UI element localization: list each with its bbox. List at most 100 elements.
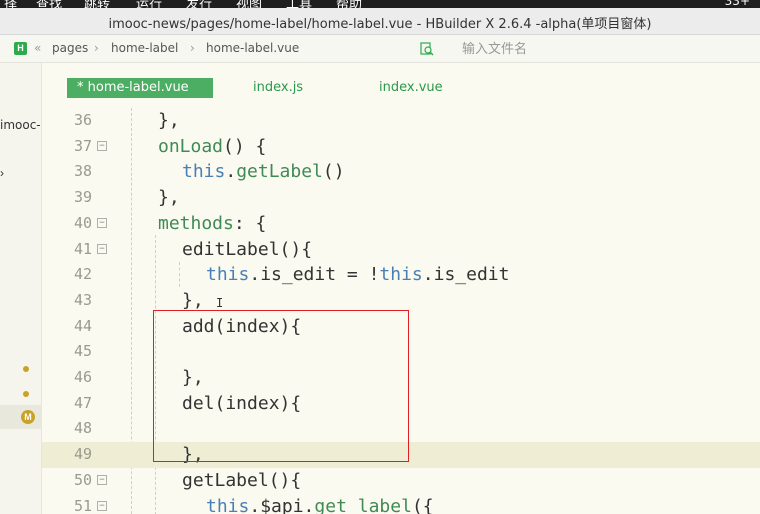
menu-item-help[interactable]: 帮助 xyxy=(336,0,362,8)
tab-index-vue[interactable]: index.vue xyxy=(379,78,443,98)
code-keyword: this xyxy=(206,495,250,514)
code-keyword: this xyxy=(206,264,250,286)
fold-minus-icon[interactable]: − xyxy=(97,217,107,228)
code-line[interactable]: 48 xyxy=(42,416,760,442)
line-number: 38 xyxy=(73,162,92,181)
code-text: editLabel(){ xyxy=(182,238,313,260)
code-line[interactable]: 44 add(index){ xyxy=(42,314,760,340)
code-text: add(index){ xyxy=(182,315,302,337)
system-menubar: 择 查找 跳转 运行 发行 视图 工具 帮助 33+ xyxy=(0,0,760,8)
status-indicator: 33+ xyxy=(724,0,750,8)
code-text: this.is_edit = !this.is_edit xyxy=(206,262,509,288)
code-line[interactable]: 40 − methods: { xyxy=(42,211,760,237)
sidebar-file-row[interactable]: M xyxy=(0,405,41,429)
code-punct: () xyxy=(322,161,345,183)
crumb-prefix: « xyxy=(34,41,42,55)
tab-index-js[interactable]: index.js xyxy=(253,78,303,98)
code-text: }, xyxy=(158,187,180,209)
file-search-icon[interactable] xyxy=(420,42,434,56)
code-line[interactable]: 42 this.is_edit = !this.is_edit xyxy=(42,262,760,288)
code-text: }, xyxy=(182,367,204,388)
chevron-right-icon[interactable]: › xyxy=(0,166,4,180)
line-number: 51 xyxy=(73,496,92,514)
current-code-line[interactable]: 49 }, xyxy=(42,442,760,468)
line-number: 44 xyxy=(73,316,92,335)
code-punct: () { xyxy=(223,135,267,157)
code-line[interactable]: 51 − this.$api.get_label({ xyxy=(42,494,760,514)
code-line[interactable]: 37 − onLoad() { xyxy=(42,134,760,160)
code-text: del(index){ xyxy=(182,392,302,414)
code-line[interactable]: 46 }, xyxy=(42,365,760,391)
code-line[interactable]: 38 this.getLabel() xyxy=(42,159,760,185)
line-number: 39 xyxy=(73,188,92,207)
menu-item[interactable]: 择 xyxy=(4,0,17,8)
menu-item-tools[interactable]: 工具 xyxy=(286,0,312,8)
fold-minus-icon[interactable]: − xyxy=(97,140,107,151)
modified-dot-icon xyxy=(23,391,29,397)
project-sidebar: imooc-r › M xyxy=(0,63,42,514)
line-number: 37 xyxy=(73,136,92,155)
code-function: getLabel xyxy=(236,161,323,183)
code-keyword: this xyxy=(182,161,226,183)
code-function: methods xyxy=(158,212,234,234)
code-line[interactable]: 45 xyxy=(42,339,760,365)
menu-item-view[interactable]: 视图 xyxy=(236,0,262,8)
code-punct: ({ xyxy=(411,495,434,514)
code-text: methods: { xyxy=(158,211,266,237)
code-line[interactable]: 50 − getLabel(){ xyxy=(42,468,760,494)
fold-minus-icon[interactable]: − xyxy=(97,474,107,485)
code-punct: .is_edit = ! xyxy=(249,264,380,286)
fold-minus-icon[interactable]: − xyxy=(97,243,107,254)
chevron-right-icon: › xyxy=(94,41,99,55)
code-text: getLabel(){ xyxy=(182,469,302,491)
code-line[interactable]: 43 }, xyxy=(42,288,760,314)
line-number: 50 xyxy=(73,470,92,489)
line-number: 48 xyxy=(73,419,92,438)
line-number: 36 xyxy=(73,111,92,129)
code-editor[interactable]: 36 }, 37 − onLoad() { 38 this.getLabel()… xyxy=(42,108,760,514)
code-punct: : { xyxy=(233,212,267,234)
hbuilder-logo-icon: H xyxy=(14,42,27,55)
editor-tabs: * home-label.vue index.js index.vue xyxy=(42,63,760,108)
code-keyword: this xyxy=(379,264,423,286)
code-line[interactable]: 36 }, xyxy=(42,108,760,134)
text-cursor-icon: I xyxy=(216,296,224,310)
file-search-input[interactable] xyxy=(442,39,742,59)
code-line[interactable]: 41 − editLabel(){ xyxy=(42,237,760,263)
line-number: 47 xyxy=(73,393,92,412)
line-number: 45 xyxy=(73,342,92,361)
code-punct: .$api. xyxy=(249,495,315,514)
sidebar-project-name[interactable]: imooc-r xyxy=(0,118,41,132)
breadcrumb-pages[interactable]: pages xyxy=(52,41,88,55)
code-text: this.$api.get_label({ xyxy=(206,494,434,514)
modified-dot-icon xyxy=(23,366,29,372)
menu-item-goto[interactable]: 跳转 xyxy=(84,0,110,8)
window-titlebar: imooc-news/pages/home-label/home-label.v… xyxy=(0,8,760,35)
code-text: }, xyxy=(182,444,204,466)
modified-badge: M xyxy=(21,410,35,424)
line-number: 40 xyxy=(73,213,92,232)
menu-item-publish[interactable]: 发行 xyxy=(186,0,212,8)
code-text: }, xyxy=(182,289,204,311)
code-text: onLoad() { xyxy=(158,134,266,160)
breadcrumb-file[interactable]: home-label.vue xyxy=(206,41,299,55)
chevron-right-icon: › xyxy=(190,41,195,55)
menu-item-run[interactable]: 运行 xyxy=(136,0,162,8)
code-line[interactable]: 47 del(index){ xyxy=(42,391,760,417)
breadcrumb-home-label[interactable]: home-label xyxy=(111,41,178,55)
window-title: imooc-news/pages/home-label/home-label.v… xyxy=(108,17,652,32)
menu-item-find[interactable]: 查找 xyxy=(36,0,62,8)
line-number: 41 xyxy=(73,239,92,258)
fold-minus-icon[interactable]: − xyxy=(97,500,107,511)
line-number: 46 xyxy=(73,368,92,386)
code-text: this.getLabel() xyxy=(182,159,345,185)
breadcrumb-toolbar: H « pages › home-label › home-label.vue xyxy=(0,35,760,63)
line-number: 42 xyxy=(73,265,92,284)
tab-home-label-vue[interactable]: * home-label.vue xyxy=(67,78,213,98)
code-function: get_label xyxy=(314,495,412,514)
code-text: }, xyxy=(158,110,180,131)
line-number: 43 xyxy=(73,290,92,309)
code-function: onLoad xyxy=(158,135,224,157)
line-number: 49 xyxy=(73,445,92,464)
code-line[interactable]: 39 }, xyxy=(42,185,760,211)
